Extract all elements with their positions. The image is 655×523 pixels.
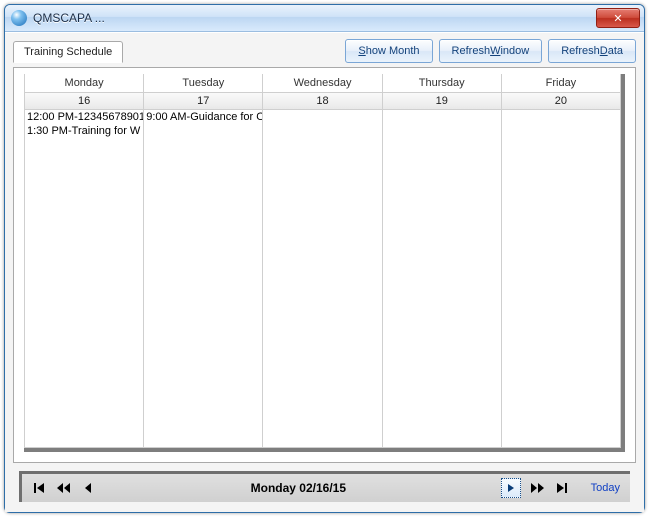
refresh-data-button[interactable]: Refresh Data — [548, 39, 636, 63]
close-icon: ✕ — [613, 12, 622, 25]
calendar-event[interactable]: 9:00 AM-Guidance for O — [144, 110, 262, 124]
day-column-monday[interactable]: 12:00 PM-1234567890123456789012 1:30 PM-… — [25, 110, 144, 447]
date-thursday[interactable]: 19 — [383, 93, 502, 109]
date-monday[interactable]: 16 — [25, 93, 144, 109]
col-header-thursday: Thursday — [383, 74, 502, 92]
calendar-day-header: Monday Tuesday Wednesday Thursday Friday — [24, 74, 621, 92]
calendar-event[interactable]: 1:30 PM-Training for W — [25, 124, 143, 138]
calendar: Monday Tuesday Wednesday Thursday Friday… — [24, 74, 625, 452]
play-button[interactable] — [501, 478, 521, 498]
calendar-event[interactable]: 12:00 PM-1234567890123456789012 — [25, 110, 143, 124]
first-icon[interactable] — [32, 480, 48, 496]
client-area: Training Schedule Show Month Refresh Win… — [5, 32, 644, 512]
calendar-body: 12:00 PM-1234567890123456789012 1:30 PM-… — [24, 110, 621, 448]
date-tuesday[interactable]: 17 — [144, 93, 263, 109]
next-page-icon[interactable] — [529, 480, 545, 496]
date-friday[interactable]: 20 — [502, 93, 621, 109]
last-icon[interactable] — [553, 480, 569, 496]
day-column-friday[interactable] — [502, 110, 621, 447]
day-column-tuesday[interactable]: 9:00 AM-Guidance for O — [144, 110, 263, 447]
close-button[interactable]: ✕ — [596, 8, 640, 28]
current-date-label: Monday 02/16/15 — [96, 481, 501, 495]
col-header-tuesday: Tuesday — [144, 74, 263, 92]
col-header-friday: Friday — [502, 74, 621, 92]
refresh-window-button[interactable]: Refresh Window — [439, 39, 543, 63]
day-column-wednesday[interactable] — [263, 110, 382, 447]
prev-icon[interactable] — [80, 480, 96, 496]
today-link[interactable]: Today — [591, 482, 620, 494]
date-wednesday[interactable]: 18 — [263, 93, 382, 109]
col-header-monday: Monday — [25, 74, 144, 92]
titlebar: QMSCAPA ... ✕ — [5, 5, 644, 32]
col-header-wednesday: Wednesday — [263, 74, 382, 92]
day-column-thursday[interactable] — [383, 110, 502, 447]
app-window: QMSCAPA ... ✕ Training Schedule Show Mon… — [4, 4, 645, 513]
calendar-date-header: 16 17 18 19 20 — [24, 92, 621, 110]
tab-training-schedule[interactable]: Training Schedule — [13, 41, 123, 63]
date-nav-bar: Monday 02/16/15 Today — [19, 471, 630, 502]
toolbar: Training Schedule Show Month Refresh Win… — [5, 33, 644, 67]
show-month-button[interactable]: Show Month — [345, 39, 432, 63]
app-icon — [11, 10, 27, 26]
window-title: QMSCAPA ... — [33, 11, 105, 25]
tab-panel: Monday Tuesday Wednesday Thursday Friday… — [13, 67, 636, 463]
prev-page-icon[interactable] — [56, 480, 72, 496]
